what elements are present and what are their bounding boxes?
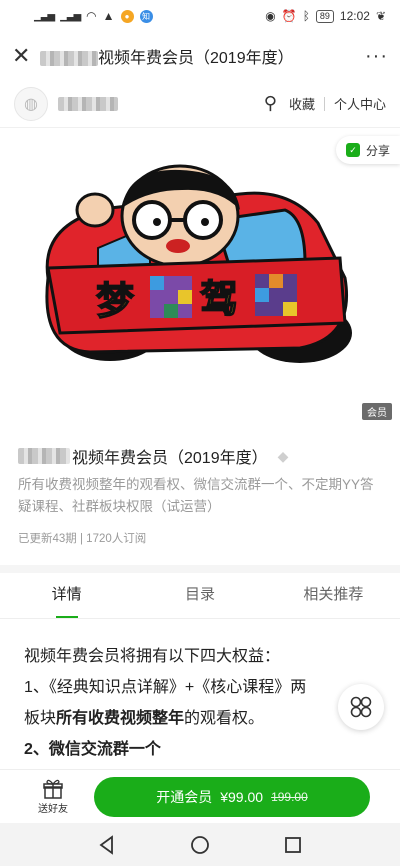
eye-icon: ◉	[265, 9, 276, 23]
wifi-icon: ◠	[86, 9, 97, 23]
product-title: 视频年费会员（2019年度） ◆	[18, 444, 382, 468]
join-membership-button[interactable]: 开通会员 ¥99.00 199.00	[94, 776, 370, 817]
cartoon-car-illustration: 梦 驾	[45, 164, 352, 363]
product-meta: 已更新43期 | 1720人订阅	[18, 533, 147, 545]
member-tag: 会员	[362, 403, 392, 420]
product-description: 所有收费视频整年的观看权、微信交流群一个、不定期YY答疑课程、社群板块权限（试运…	[18, 477, 374, 514]
redacted-shop-name	[58, 96, 118, 111]
alarm-icon: ⏰	[281, 9, 297, 23]
close-icon[interactable]: ✕	[12, 43, 40, 69]
page-title: 视频年费会员（2019年度）	[40, 44, 358, 68]
tab-details[interactable]: 详情	[0, 573, 133, 618]
recents-icon[interactable]	[282, 834, 304, 856]
wechat-icon: ✓	[345, 143, 360, 157]
banner-char-1: 梦	[96, 279, 134, 323]
content-line: 1、《经典知识点详解》+《核心课程》两	[24, 679, 307, 696]
search-icon[interactable]: ⚲	[264, 93, 277, 114]
detail-tabs: 详情 目录 相关推荐	[0, 573, 400, 619]
section-divider	[0, 565, 400, 573]
leaf-icon: ❦	[375, 9, 386, 23]
shop-header: ◍ ⚲ 收藏 个人中心	[0, 80, 400, 128]
hero-image: 梦 驾 ✓ 分享 会员	[0, 128, 400, 426]
bluetooth-icon: ᛒ	[302, 9, 310, 23]
banner-char-2: 驾	[200, 277, 238, 321]
status-bar: ▁▃▅ ▁▃▅ ◠ ▲ ● 知 ◉ ⏰ ᛒ 89 12:02 ❦	[0, 0, 400, 32]
shop-logo[interactable]: ◍	[14, 86, 48, 121]
content-line: 视频年费会员将拥有以下四大权益：	[24, 648, 281, 665]
detail-content: 视频年费会员将拥有以下四大权益： 1、《经典知识点详解》+《核心课程》两 板块所…	[0, 619, 400, 769]
floating-menu-button[interactable]	[338, 684, 384, 730]
redacted-name	[40, 51, 98, 67]
shop-actions: ⚲ 收藏 个人中心	[264, 93, 386, 114]
title-bar: ✕ 视频年费会员（2019年度） ···	[0, 32, 400, 80]
gift-label: 送好友	[38, 804, 68, 815]
action-bar: 送好友 开通会员 ¥99.00 199.00	[0, 769, 400, 823]
share-button[interactable]: ✓ 分享	[335, 136, 400, 164]
battery-indicator: 89	[315, 9, 334, 23]
app-badge-icon-2: 知	[139, 9, 153, 23]
grid-icon	[350, 696, 372, 718]
more-icon[interactable]: ···	[358, 45, 388, 68]
status-right: ◉ ⏰ ᛒ 89 12:02 ❦	[265, 9, 386, 23]
status-time: 12:02	[339, 9, 370, 23]
divider	[323, 96, 325, 111]
product-info: 视频年费会员（2019年度） ◆ 所有收费视频整年的观看权、微信交流群一个、不定…	[0, 426, 400, 546]
notification-icon: ▲	[102, 9, 115, 23]
home-icon[interactable]	[189, 834, 211, 856]
price: ¥99.00	[220, 788, 264, 805]
gift-friend-button[interactable]: 送好友	[28, 778, 78, 815]
back-icon[interactable]	[96, 834, 118, 856]
signal-icon: ▁▃▅	[34, 10, 55, 22]
redacted-title-prefix	[18, 448, 70, 464]
app-badge-icon: ●	[120, 9, 134, 23]
tab-catalog[interactable]: 目录	[133, 573, 266, 618]
diamond-icon: ◆	[277, 447, 289, 464]
join-label: 开通会员	[156, 788, 213, 805]
original-price: 199.00	[271, 789, 308, 804]
content-line: 板块所有收费视频整年的观看权。	[24, 710, 265, 727]
gift-icon	[43, 779, 63, 799]
favorite-button[interactable]: 收藏	[289, 94, 315, 113]
profile-button[interactable]: 个人中心	[334, 94, 386, 113]
content-line: 2、微信交流群一个	[24, 741, 161, 758]
signal-icon-2: ▁▃▅	[60, 10, 81, 22]
tab-recommendations[interactable]: 相关推荐	[267, 573, 400, 618]
system-nav-bar	[0, 823, 400, 866]
status-left: ▁▃▅ ▁▃▅ ◠ ▲ ● 知	[34, 9, 153, 23]
share-label: 分享	[365, 143, 390, 158]
